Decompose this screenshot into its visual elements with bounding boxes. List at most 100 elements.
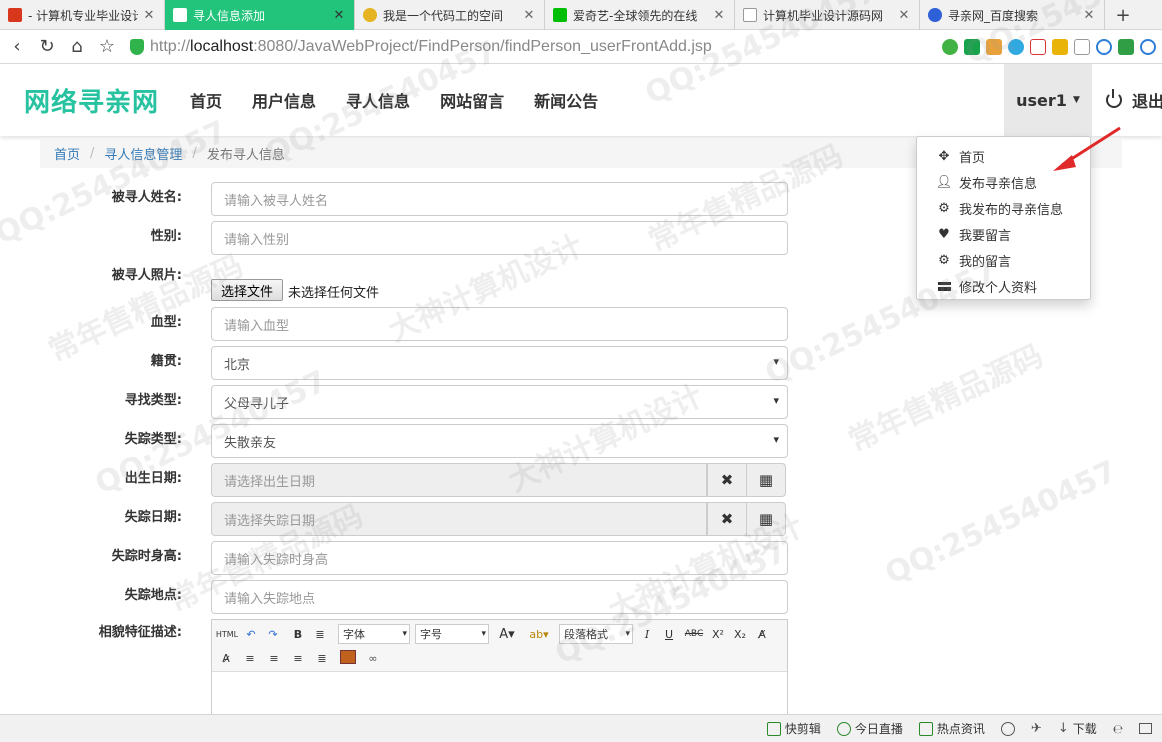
apps-icon[interactable] — [986, 38, 1002, 55]
strikethrough-icon[interactable]: ABC — [684, 625, 704, 643]
site-brand[interactable]: 网络寻亲网 — [24, 82, 159, 119]
tab-close-icon[interactable]: ✕ — [897, 8, 911, 23]
url-text: http://localhost:8080/JavaWebProject/Fin… — [150, 37, 712, 55]
browser-tab-4[interactable]: 爱奇艺-全球领先的在线 ✕ — [545, 0, 735, 30]
browser-tab-2[interactable]: 寻人信息添加 ✕ — [165, 0, 355, 30]
tab-title: 寻人信息添加 — [193, 8, 266, 23]
browser-tab-5[interactable]: 计算机毕业设计源码网 ✕ — [735, 0, 920, 30]
watermark-text: QQ:254540457 — [880, 453, 1123, 592]
secure-shield-icon — [130, 38, 144, 55]
clip-icon — [766, 721, 781, 736]
dropdown-item-leave-message[interactable]: ♥ 我要留言 — [917, 221, 1090, 247]
findtype-select[interactable]: 父母寻儿子 — [211, 385, 788, 419]
menu-guestbook[interactable]: 网站留言 — [425, 88, 519, 112]
align-center-icon[interactable]: ≡ — [266, 649, 282, 667]
redo-icon[interactable]: ↷ — [264, 625, 282, 643]
browser-tab-6[interactable]: 寻亲网_百度搜索 ✕ — [920, 0, 1105, 30]
status-item-download[interactable]: ↓ 下载 — [1058, 720, 1097, 737]
tab-close-icon[interactable]: ✕ — [142, 8, 156, 23]
clear-format-icon[interactable]: A̸ — [754, 625, 770, 643]
highlight-icon[interactable]: ab▾ — [526, 625, 552, 643]
file-status: 未选择任何文件 — [288, 286, 380, 301]
font-color-icon[interactable]: A▾ — [496, 625, 518, 643]
menu-find-person[interactable]: 寻人信息 — [331, 88, 425, 112]
dropdown-item-edit-profile[interactable]: 修改个人资料 — [917, 273, 1090, 299]
dropdown-item-home[interactable]: ✥ 首页 — [917, 143, 1090, 169]
html-source-button[interactable]: HTML — [216, 625, 238, 643]
screenshot-icon[interactable] — [1052, 38, 1068, 55]
breadcrumb-separator: / — [90, 145, 95, 161]
choose-file-button[interactable]: 选择文件 — [211, 279, 283, 301]
place-input[interactable]: 请输入失踪地点 — [211, 580, 788, 614]
status-item-pin[interactable]: ✈ — [1031, 721, 1042, 736]
breadcrumb-home[interactable]: 首页 — [54, 144, 80, 163]
align-right-icon[interactable]: ≡ — [290, 649, 306, 667]
format-brush-icon[interactable]: A̷ — [218, 649, 234, 667]
book-icon[interactable] — [1118, 38, 1134, 55]
minus-icon[interactable] — [1140, 38, 1156, 55]
dropdown-item-my-posts[interactable]: ⚙ 我发布的寻亲信息 — [917, 195, 1090, 221]
italic-icon[interactable]: I — [640, 625, 654, 643]
browser-tab-1[interactable]: - 计算机专业毕业设计资 ✕ — [0, 0, 165, 30]
link-icon[interactable]: ∞ — [364, 649, 382, 667]
zoom-icon[interactable] — [1096, 38, 1112, 55]
status-item-live[interactable]: 今日直播 — [836, 720, 903, 737]
star-icon[interactable]: ☆ — [92, 32, 122, 62]
underline-icon[interactable]: U — [662, 625, 676, 643]
new-tab-button[interactable]: + — [1105, 0, 1141, 30]
height-input[interactable]: 请输入失踪时身高 — [211, 541, 788, 575]
pdf-icon[interactable] — [1030, 38, 1046, 55]
paragraph-format-select[interactable]: 段落格式 — [559, 624, 633, 644]
browser-tab-3[interactable]: 我是一个代码工的空间 ✕ — [355, 0, 545, 30]
game-icon[interactable] — [1074, 38, 1090, 55]
breadcrumb-section[interactable]: 寻人信息管理 — [104, 144, 182, 163]
menu-user-info[interactable]: 用户信息 — [237, 88, 331, 112]
birth-date-input[interactable]: 请选择出生日期 — [211, 463, 707, 497]
reload-icon[interactable]: ↻ — [32, 32, 62, 62]
clear-icon[interactable]: ✖ — [707, 463, 747, 497]
subscript-icon[interactable]: X₂ — [732, 625, 748, 643]
status-label: 下载 — [1072, 722, 1097, 736]
logout-link[interactable]: 退出 — [1106, 64, 1162, 136]
dropdown-item-publish[interactable]: 👤︎ 发布寻亲信息 — [917, 169, 1090, 195]
url-field[interactable]: http://localhost:8080/JavaWebProject/Fin… — [130, 33, 942, 61]
image-icon[interactable] — [340, 650, 356, 664]
card-icon — [937, 279, 951, 293]
menu-home[interactable]: 首页 — [175, 88, 237, 112]
calendar-icon[interactable]: ▦ — [746, 502, 786, 536]
sex-input[interactable]: 请输入性别 — [211, 221, 788, 255]
home-icon[interactable]: ⌂ — [62, 32, 92, 62]
tab-close-icon[interactable]: ✕ — [1082, 8, 1096, 23]
status-item-news[interactable]: 热点资讯 — [918, 720, 985, 737]
user-menu-toggle[interactable]: user1 ▼ — [1004, 64, 1092, 136]
lightning-icon[interactable] — [964, 38, 980, 55]
align-left-icon[interactable]: ≡ — [242, 649, 258, 667]
tab-title: - 计算机专业毕业设计资 — [28, 8, 138, 23]
font-family-select[interactable]: 字体 — [338, 624, 410, 644]
clear-icon[interactable]: ✖ — [707, 502, 747, 536]
tab-close-icon[interactable]: ✕ — [332, 8, 346, 23]
translate-icon[interactable] — [1008, 38, 1024, 55]
menu-news[interactable]: 新闻公告 — [519, 88, 613, 112]
dropdown-item-my-messages[interactable]: ⚙ 我的留言 — [917, 247, 1090, 273]
tab-close-icon[interactable]: ✕ — [712, 8, 726, 23]
tab-close-icon[interactable]: ✕ — [522, 8, 536, 23]
align-justify-icon[interactable]: ≣ — [314, 649, 330, 667]
back-icon[interactable]: ‹ — [2, 32, 32, 62]
font-size-select[interactable]: 字号 — [415, 624, 489, 644]
name-input[interactable]: 请输入被寻人姓名 — [211, 182, 788, 216]
status-item-ie[interactable]: ℮ — [1113, 722, 1123, 736]
superscript-icon[interactable]: X² — [710, 625, 726, 643]
losttype-select[interactable]: 失散亲友 — [211, 424, 788, 458]
indent-icon[interactable]: ≣ — [312, 625, 328, 643]
bold-icon[interactable]: B — [290, 625, 306, 643]
undo-icon[interactable]: ↶ — [242, 625, 260, 643]
blood-input[interactable]: 请输入血型 — [211, 307, 788, 341]
status-item-speed[interactable] — [1000, 721, 1015, 736]
extension-icon[interactable] — [942, 38, 958, 55]
lost-date-input[interactable]: 请选择失踪日期 — [211, 502, 707, 536]
status-item-window[interactable] — [1139, 723, 1152, 734]
status-item-clip[interactable]: 快剪辑 — [766, 720, 821, 737]
native-select[interactable]: 北京 — [211, 346, 788, 380]
calendar-icon[interactable]: ▦ — [746, 463, 786, 497]
